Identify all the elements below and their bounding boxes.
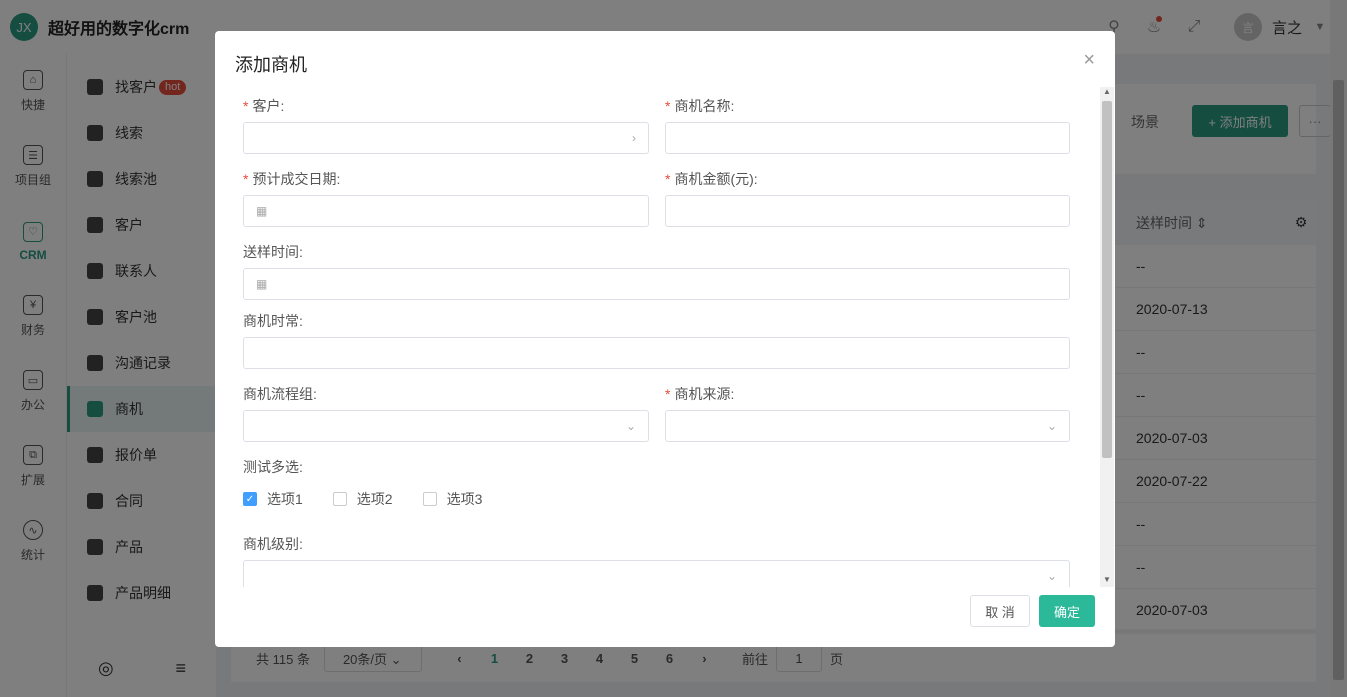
- source-label: * 商机来源:: [665, 386, 735, 402]
- option-2-checkbox[interactable]: 选项2: [332, 489, 393, 509]
- dialog-scrollbar-thumb[interactable]: [1102, 101, 1112, 458]
- multi-select-checkboxes: ✓ 选项1 选项2 选项3: [243, 489, 512, 509]
- duration-label: 商机时常:: [243, 313, 303, 329]
- option-label: 选项1: [267, 491, 303, 507]
- checkbox[interactable]: [422, 492, 437, 506]
- chevron-down-icon: ⌄: [1046, 569, 1057, 583]
- chevron-down-icon: ⌄: [1046, 419, 1057, 433]
- source-select[interactable]: ⌄: [665, 410, 1070, 442]
- level-select[interactable]: ⌄: [243, 560, 1070, 587]
- deal-date-label: * 预计成交日期:: [243, 171, 341, 187]
- dialog-title: 添加商机: [235, 55, 307, 75]
- duration-field[interactable]: [243, 337, 1070, 369]
- customer-label: * 客户:: [243, 98, 285, 114]
- scroll-down-arrow[interactable]: ▼: [1100, 575, 1114, 587]
- calendar-icon: ▦: [256, 277, 268, 291]
- option-1-checkbox[interactable]: ✓ 选项1: [243, 489, 303, 509]
- name-label: * 商机名称:: [665, 98, 735, 114]
- checkbox-checked[interactable]: ✓: [243, 492, 257, 506]
- amount-label: * 商机金额(元):: [665, 171, 758, 187]
- add-opportunity-dialog: 添加商机 × * 客户: › * 商机名称: * 预计成交日期: ▦ * 商机金额(元)…: [215, 31, 1115, 647]
- deal-date-picker[interactable]: ▦: [243, 195, 649, 227]
- cancel-button[interactable]: 取 消: [970, 595, 1030, 627]
- scroll-up-arrow[interactable]: ▲: [1100, 87, 1114, 99]
- chevron-right-icon: ›: [632, 131, 636, 145]
- dialog-form: * 客户: › * 商机名称: * 预计成交日期: ▦ * 商机金额(元): 送样时间:…: [215, 87, 1113, 587]
- close-icon[interactable]: ×: [1083, 49, 1095, 72]
- amount-field[interactable]: [665, 195, 1070, 227]
- flow-group-select[interactable]: ⌄: [243, 410, 649, 442]
- option-label: 选项2: [356, 491, 393, 507]
- checkbox[interactable]: [332, 492, 347, 506]
- level-label: 商机级别:: [243, 536, 303, 552]
- multi-select-label: 测试多选:: [243, 459, 303, 475]
- sample-time-picker[interactable]: ▦: [243, 268, 1070, 300]
- calendar-icon: ▦: [256, 204, 268, 218]
- option-3-checkbox[interactable]: 选项3: [422, 489, 483, 509]
- option-label: 选项3: [446, 491, 483, 507]
- chevron-down-icon: ⌄: [625, 419, 636, 433]
- confirm-button[interactable]: 确定: [1039, 595, 1095, 627]
- dialog-scrollbar[interactable]: ▲ ▼: [1100, 87, 1114, 587]
- flow-group-label: 商机流程组:: [243, 386, 317, 402]
- sample-time-label: 送样时间:: [243, 244, 303, 260]
- opportunity-name-field[interactable]: [665, 122, 1070, 154]
- customer-field[interactable]: ›: [243, 122, 649, 154]
